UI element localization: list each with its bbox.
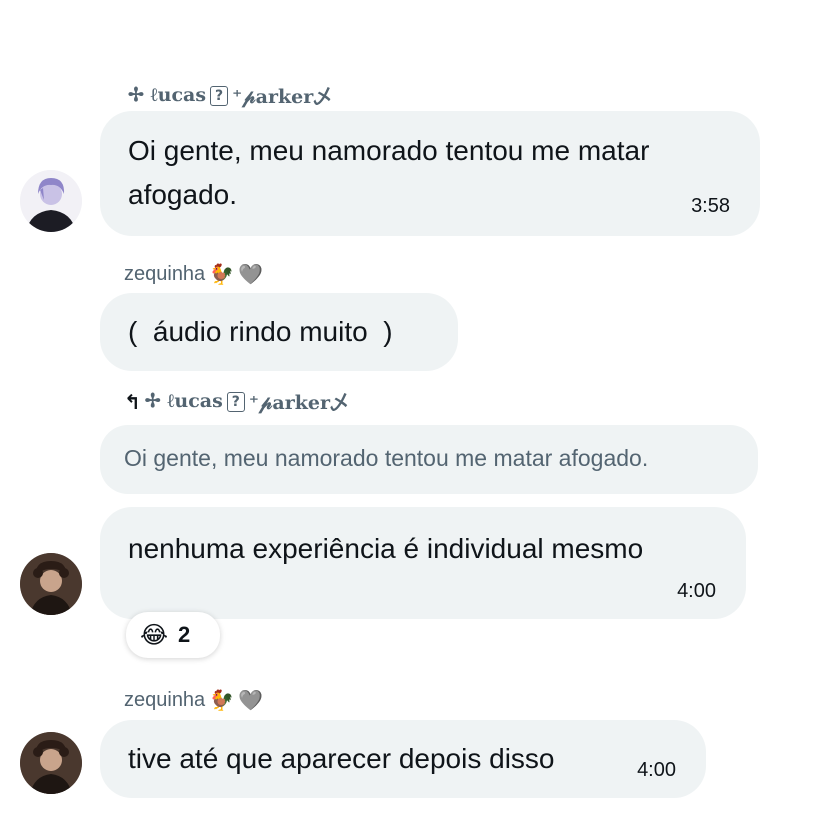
- avatar-purple-hair-icon: [20, 170, 82, 232]
- avatar-zequinha[interactable]: [20, 732, 82, 794]
- reply-sender-prefix: ✢ ℓucas: [144, 390, 223, 412]
- sender-name-text: zequinha: [124, 688, 206, 711]
- avatar-curly-hair-icon: [20, 553, 82, 615]
- quoted-message-text: Oi gente, meu namorado tentou me matar a…: [124, 445, 649, 471]
- reply-header[interactable]: ↰ ✢ ℓucas ? ⁺𝓅arker乄: [124, 388, 349, 415]
- message-timestamp: 4:00: [677, 580, 716, 602]
- unknown-glyph-icon: ?: [226, 391, 245, 412]
- message-bubble-1[interactable]: Oi gente, meu namorado tentou me matar a…: [100, 111, 760, 236]
- message-timestamp: 4:00: [637, 759, 676, 781]
- sender-name-zequinha[interactable]: zequinha 🐓 🩶: [124, 262, 263, 286]
- message-bubble-4[interactable]: tive até que aparecer depois disso 4:00: [100, 720, 706, 798]
- unknown-glyph-icon: ?: [210, 85, 229, 106]
- rooster-icon: 🐓: [209, 688, 235, 712]
- sender-name-suffix: ⁺𝓅arker乄: [232, 86, 333, 108]
- message-text-line-2: afogado.: [128, 179, 237, 210]
- sender-name-lucas[interactable]: ✢ ℓucas ? ⁺𝓅arker乄: [128, 82, 332, 109]
- avatar-zequinha[interactable]: [20, 553, 82, 615]
- reaction-count: 2: [178, 622, 191, 647]
- reply-arrow-icon: ↰: [124, 389, 141, 414]
- sender-name-text: zequinha: [124, 262, 206, 285]
- avatar-lucas[interactable]: [20, 170, 82, 232]
- laughing-emoji-icon: 😂: [140, 621, 169, 649]
- message-text: nenhuma experiência é individual mesmo: [128, 533, 644, 564]
- sender-name-zequinha[interactable]: zequinha 🐓 🩶: [124, 688, 263, 712]
- reply-sender-suffix: ⁺𝓅arker乄: [248, 392, 349, 414]
- message-bubble-2[interactable]: ( áudio rindo muito ): [100, 293, 458, 371]
- message-timestamp: 3:58: [691, 195, 730, 217]
- message-text-line-1: Oi gente, meu namorado tentou me matar: [128, 135, 650, 166]
- quoted-message[interactable]: Oi gente, meu namorado tentou me matar a…: [100, 425, 758, 494]
- message-text: tive até que aparecer depois disso: [128, 743, 555, 774]
- rooster-icon: 🐓: [209, 262, 235, 286]
- grey-heart-icon: 🩶: [238, 262, 263, 286]
- avatar-curly-hair-icon: [20, 732, 82, 794]
- reaction-pill[interactable]: 😂 2: [126, 612, 220, 658]
- message-text: ( áudio rindo muito ): [128, 316, 393, 347]
- sender-name-prefix: ✢ ℓucas: [128, 84, 207, 106]
- message-bubble-3[interactable]: nenhuma experiência é individual mesmo 4…: [100, 507, 746, 619]
- grey-heart-icon: 🩶: [238, 688, 263, 712]
